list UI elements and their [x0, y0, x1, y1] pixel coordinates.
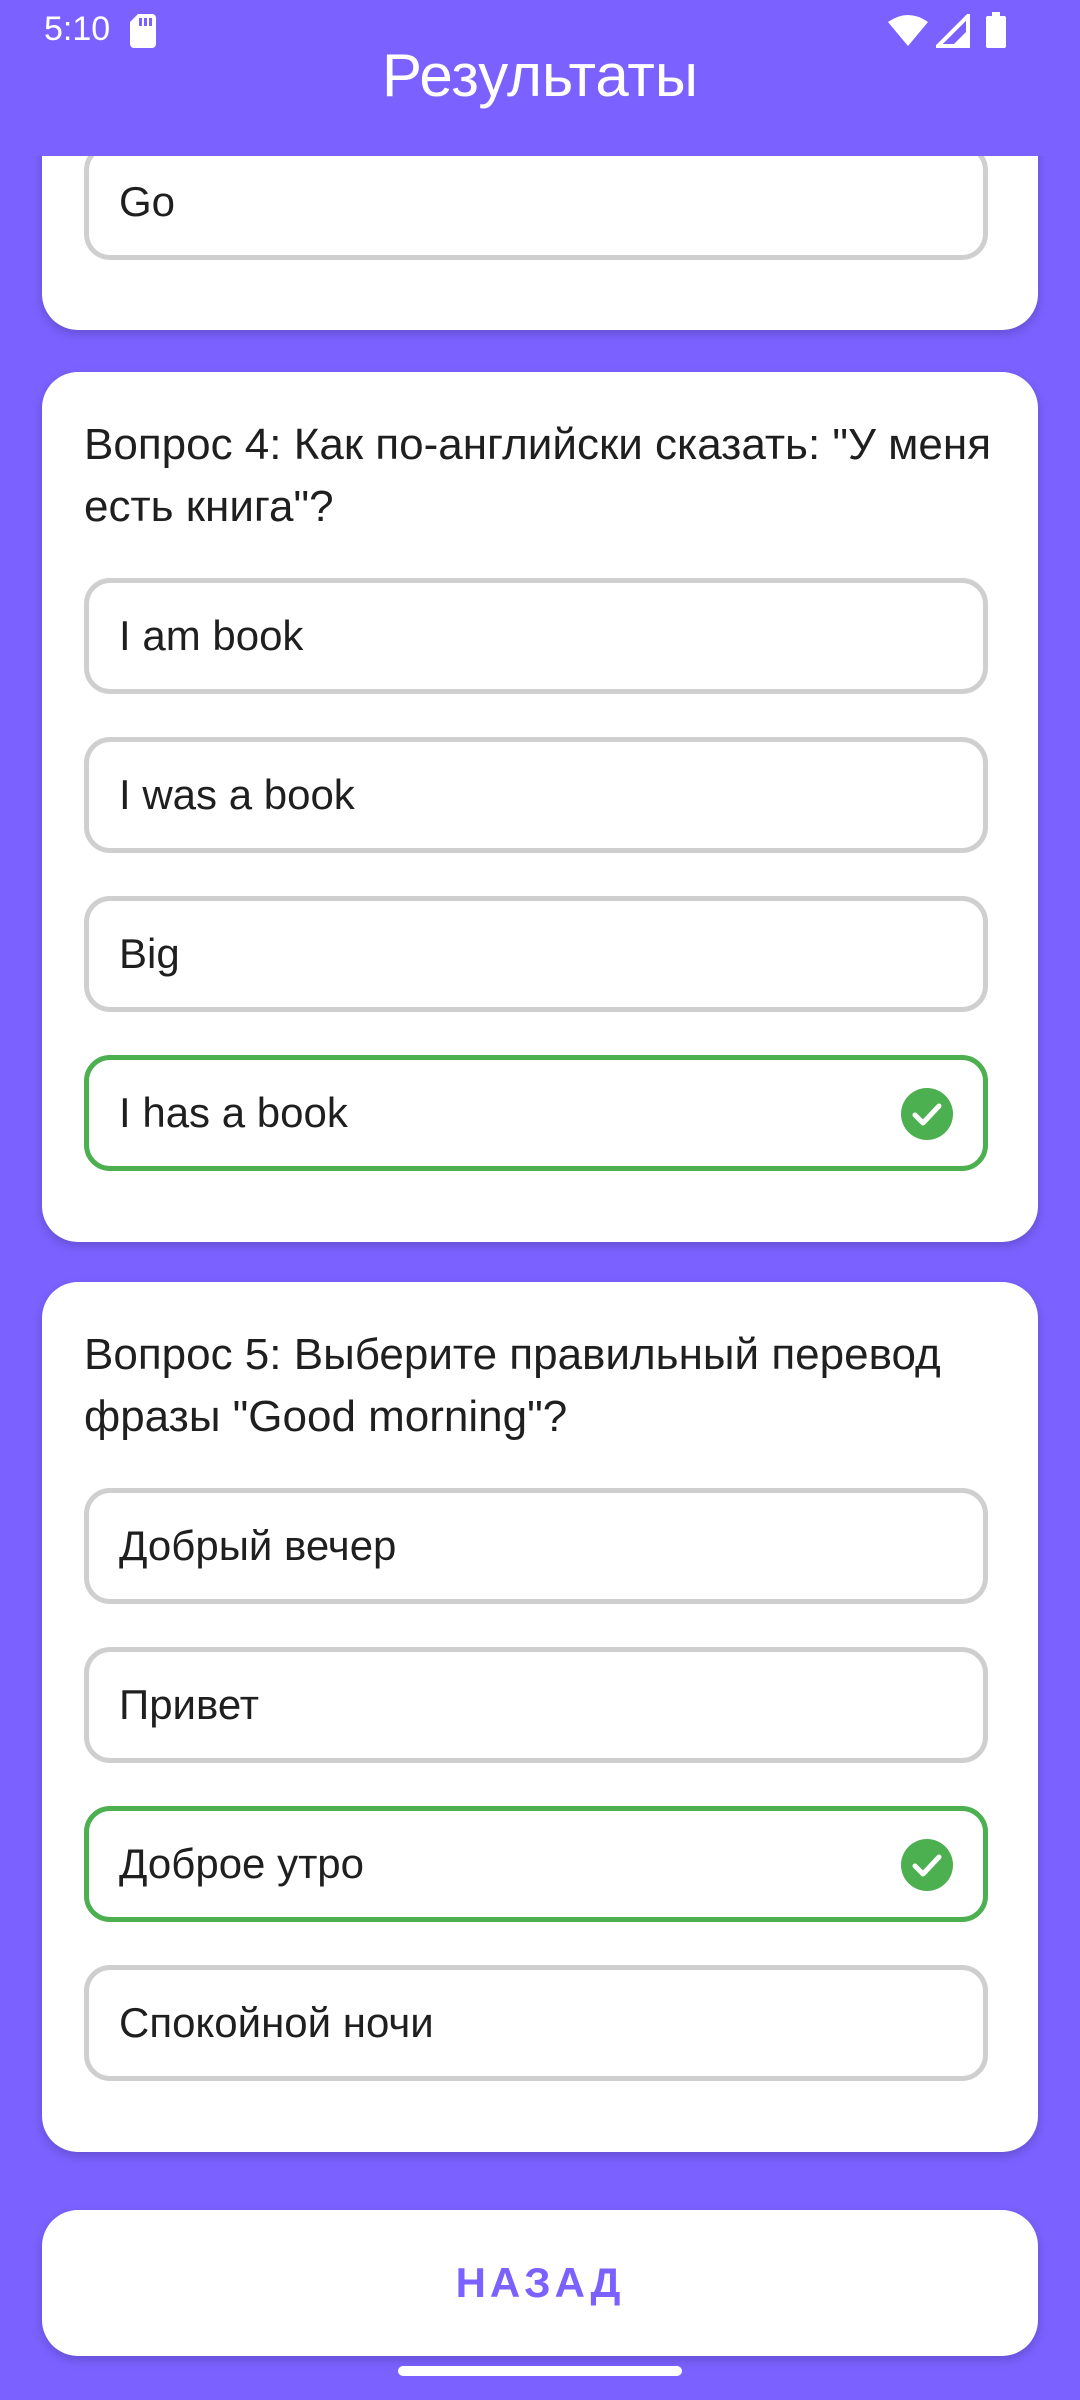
answer-option-label: I was a book	[119, 771, 355, 818]
answer-option-label: Спокойной ночи	[119, 1999, 434, 2046]
question-text: Вопрос 5: Выберите правильный перевод фр…	[84, 1330, 941, 1441]
answer-option-correct[interactable]: I has a book	[84, 1055, 988, 1171]
check-circle-icon	[901, 1839, 953, 1891]
answer-option[interactable]: Спокойной ночи	[84, 1965, 988, 2081]
answer-option-label: Big	[119, 930, 180, 977]
answer-option-label: Go	[119, 178, 176, 225]
answer-option[interactable]: Go	[84, 156, 988, 260]
answer-option[interactable]: Привет	[84, 1647, 988, 1763]
answer-option-label: Привет	[119, 1681, 260, 1728]
answer-option-label: Доброе утро	[119, 1840, 365, 1887]
page-title: Результаты	[382, 42, 698, 109]
check-circle-icon	[901, 1088, 953, 1140]
question-text: Вопрос 4: Как по-английски сказать: "У м…	[84, 420, 992, 531]
home-indicator[interactable]	[398, 2366, 682, 2376]
answer-option-correct[interactable]: Доброе утро	[84, 1806, 988, 1922]
question-card: Go	[42, 156, 1038, 330]
answer-option-label: I has a book	[119, 1089, 348, 1136]
question-card: Вопрос 5: Выберите правильный перевод фр…	[42, 1282, 1038, 2152]
answer-option[interactable]: I am book	[84, 578, 988, 694]
answer-option-label: I am book	[119, 612, 304, 659]
back-button[interactable]: НАЗАД	[42, 2210, 1038, 2356]
answer-option-label: Добрый вечер	[119, 1522, 397, 1569]
answer-option[interactable]: I was a book	[84, 737, 988, 853]
answer-option[interactable]: Big	[84, 896, 988, 1012]
results-list[interactable]: Go Вопрос 4: Как по-английски сказать: "…	[0, 156, 1080, 2400]
answer-option[interactable]: Добрый вечер	[84, 1488, 988, 1604]
question-card: Вопрос 4: Как по-английски сказать: "У м…	[42, 372, 1038, 1242]
